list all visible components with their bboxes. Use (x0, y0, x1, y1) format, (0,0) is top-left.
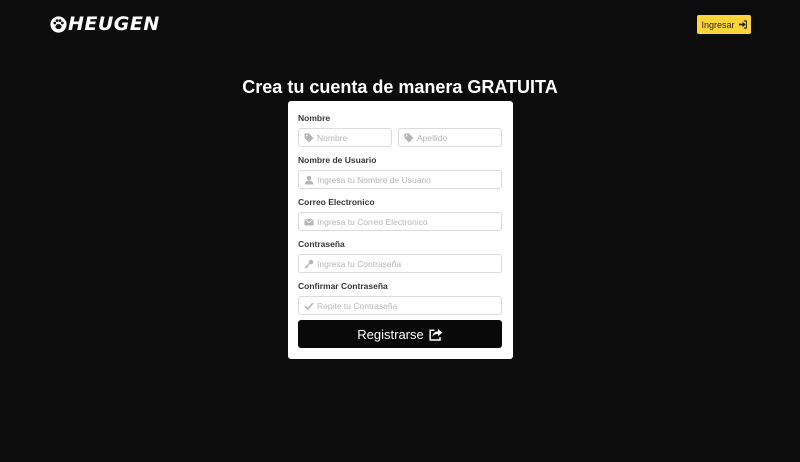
password-label: Contraseña (298, 239, 345, 249)
password-field[interactable] (298, 254, 502, 273)
first-name-field[interactable] (298, 128, 392, 147)
email-field[interactable] (298, 212, 502, 231)
confirm-password-input[interactable] (317, 297, 497, 314)
login-button-label: Ingresar (701, 19, 735, 30)
sign-in-icon (738, 20, 747, 29)
email-label: Correo Electronico (298, 197, 375, 207)
name-label: Nombre (298, 113, 331, 123)
username-label: Nombre de Usuario (298, 155, 377, 165)
page-title: Crea tu cuenta de manera GRATUITA (242, 77, 558, 97)
brand-logo[interactable]: HEUGEN (50, 13, 160, 35)
user-icon (304, 175, 314, 185)
first-name-input[interactable] (317, 129, 387, 146)
share-square-icon (429, 328, 443, 341)
login-button[interactable]: Ingresar (697, 15, 751, 34)
username-field[interactable] (298, 170, 502, 189)
envelope-icon (304, 219, 314, 226)
register-form: Nombre Nombre de Usuario Correo Electron… (288, 101, 513, 359)
confirm-password-label: Confirmar Contraseña (298, 281, 388, 291)
paw-icon (50, 15, 67, 33)
last-name-input[interactable] (417, 129, 497, 146)
key-icon (304, 259, 314, 269)
navbar: HEUGEN Ingresar (0, 0, 800, 50)
check-icon (304, 302, 314, 311)
register-button[interactable]: Registrarse (298, 320, 502, 348)
last-name-field[interactable] (398, 128, 502, 147)
tag-icon (304, 133, 314, 143)
tag-icon (404, 133, 414, 143)
email-input[interactable] (317, 213, 497, 230)
brand-name: HEUGEN (68, 13, 160, 35)
password-input[interactable] (317, 255, 497, 272)
register-button-label: Registrarse (357, 326, 424, 342)
username-input[interactable] (317, 171, 497, 188)
confirm-password-field[interactable] (298, 296, 502, 315)
